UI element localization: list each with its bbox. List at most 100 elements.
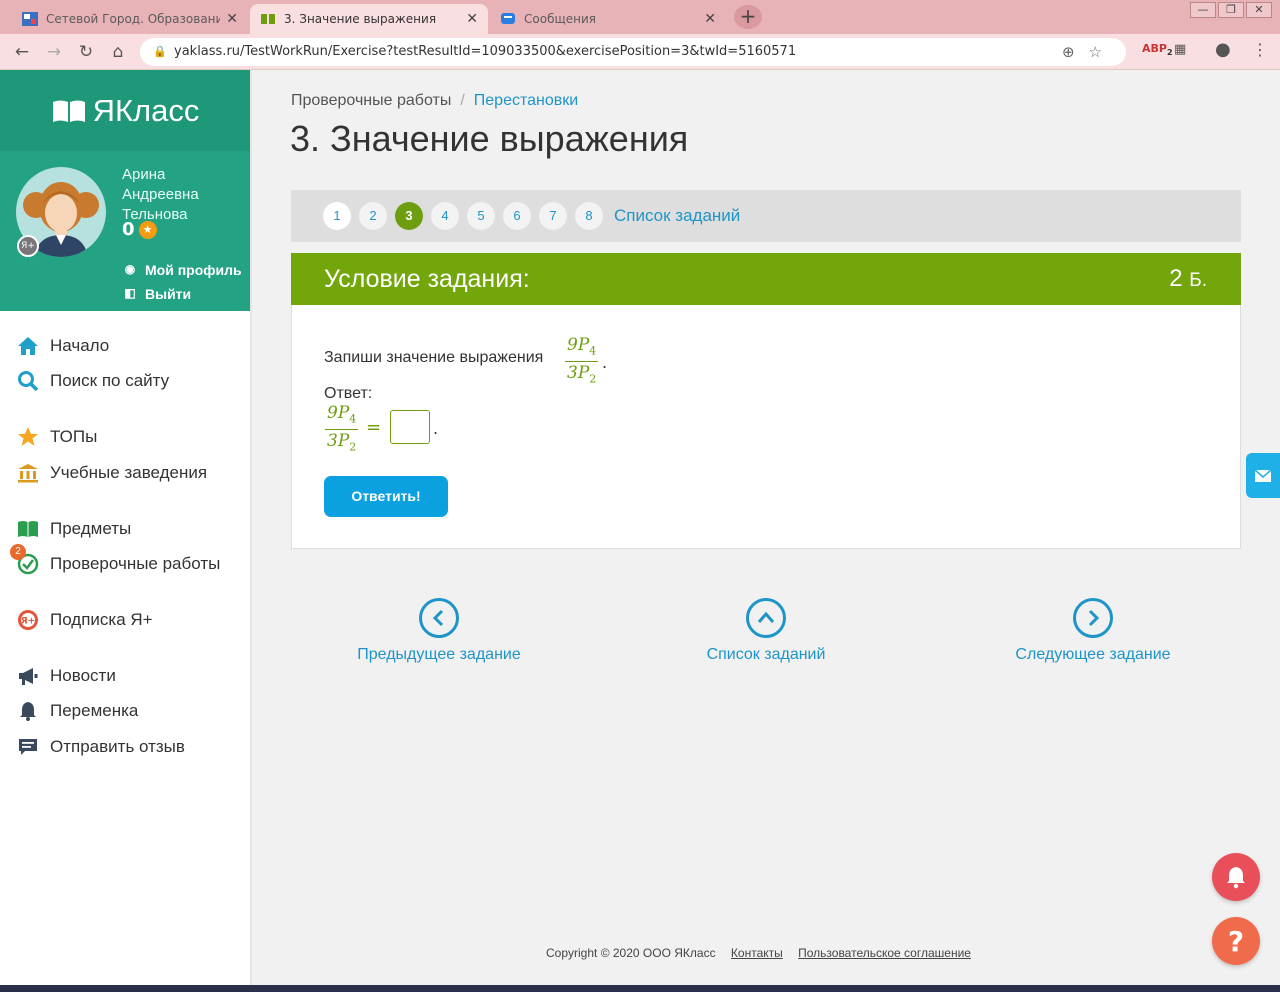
score-unit: Б. [1189, 270, 1207, 291]
ext-badge: 2 [1166, 48, 1173, 58]
page-4-button[interactable]: 4 [431, 202, 459, 230]
sidebar-item-break[interactable]: Переменка [16, 698, 138, 724]
submit-answer-button[interactable]: Ответить! [324, 476, 448, 517]
home-browser-icon[interactable]: ⌂ [106, 40, 130, 64]
task-body: Запиши значение выражения 9P4 3P2 . Отве… [291, 305, 1241, 549]
numerator-base: 9P [567, 335, 590, 355]
sidebar-item-label: Предметы [50, 519, 132, 538]
chevron-up-icon [746, 598, 786, 638]
sidebar-item-label: Проверочные работы [50, 554, 221, 573]
next-task-link[interactable]: Следующее задание [1011, 598, 1175, 664]
minimize-button[interactable]: — [1190, 2, 1216, 18]
restore-button[interactable]: ❐ [1218, 2, 1244, 18]
reload-icon[interactable]: ↻ [74, 40, 98, 64]
new-tab-button[interactable]: + [734, 5, 762, 29]
omni-actions: ⊕☆ [1062, 38, 1116, 66]
denominator-base: 3P [327, 431, 350, 452]
subscription-icon: Я+ [16, 608, 40, 632]
sidebar-item-institutions[interactable]: Учебные заведения [16, 460, 207, 486]
page-3-button[interactable]: 3 [395, 202, 423, 230]
notifications-button[interactable] [1212, 853, 1260, 901]
profile-link-label: Мой профиль [145, 262, 242, 278]
sidebar-item-tops[interactable]: ТОПы [16, 424, 97, 450]
contacts-link[interactable]: Контакты [731, 946, 783, 960]
denominator-base: 3P [567, 363, 590, 384]
menu-dots-icon[interactable]: ⋮ [1252, 40, 1268, 59]
answer-label: Ответ: [324, 385, 373, 402]
extension-grid-icon[interactable]: ▦ [1174, 42, 1186, 57]
sidebar-item-subscription[interactable]: Я+ Подписка Я+ [16, 607, 153, 633]
feedback-mail-tab[interactable] [1246, 453, 1280, 498]
breadcrumb-root[interactable]: Проверочные работы [291, 92, 451, 109]
institution-icon [16, 461, 40, 485]
url-field[interactable]: 🔒 yaklass.ru/TestWorkRun/Exercise?testRe… [140, 38, 1126, 66]
task-pager: 1 2 3 4 5 6 7 8 Список заданий [291, 190, 1241, 242]
install-icon[interactable]: ⊕ [1062, 43, 1089, 61]
previous-task-label: Предыдущее задание [357, 646, 521, 663]
sidebar-item-home[interactable]: Начало [16, 333, 109, 359]
sidebar-item-subjects[interactable]: Предметы [16, 516, 131, 542]
lock-icon: 🔒 [153, 45, 167, 58]
book-logo-icon [52, 100, 85, 122]
period: . [602, 353, 608, 372]
page-7-button[interactable]: 7 [539, 202, 567, 230]
page-6-button[interactable]: 6 [503, 202, 531, 230]
my-profile-link[interactable]: ◉ Мой профиль [122, 262, 242, 278]
check-icon: 2 [10, 544, 40, 576]
bookmark-star-icon[interactable]: ☆ [1089, 43, 1116, 61]
sidebar-item-news[interactable]: Новости [16, 663, 116, 689]
breadcrumb: Проверочные работы / Перестановки [291, 92, 578, 110]
task-list-bottom-link[interactable]: Список заданий [700, 598, 832, 664]
help-button[interactable]: ? [1212, 917, 1260, 965]
sidebar-item-label: Подписка Я+ [50, 610, 153, 629]
svg-text:Я+: Я+ [21, 617, 35, 627]
page-8-button[interactable]: 8 [575, 202, 603, 230]
page-2-button[interactable]: 2 [359, 202, 387, 230]
agreement-link[interactable]: Пользовательское соглашение [798, 946, 971, 960]
yaklass-favicon-icon [261, 14, 275, 24]
task-list-label: Список заданий [706, 646, 826, 663]
logout-link[interactable]: ◧ Выйти [122, 286, 191, 302]
fraction-numerator: 9P4 [325, 403, 359, 431]
page-5-button[interactable]: 5 [467, 202, 495, 230]
browser-tab-netcity[interactable]: Сетевой Город. Образование. У ✕ [12, 4, 248, 34]
breadcrumb-current[interactable]: Перестановки [474, 92, 578, 109]
page-1-button[interactable]: 1 [323, 202, 351, 230]
account-icon[interactable]: ● [1215, 39, 1231, 60]
question-text: Запиши значение выражения [324, 349, 544, 366]
previous-task-link[interactable]: Предыдущее задание [354, 598, 524, 664]
site-logo[interactable]: ЯКласс [0, 70, 250, 151]
answer-input[interactable] [390, 410, 430, 444]
sidebar-item-tests[interactable]: 2 Проверочные работы [10, 544, 221, 577]
tab-close-icon[interactable]: ✕ [704, 11, 716, 27]
close-window-button[interactable]: ✕ [1246, 2, 1272, 18]
browser-tab-messages[interactable]: Сообщения ✕ [490, 4, 726, 34]
adblock-extension-icon[interactable]: ABP2 [1142, 42, 1173, 57]
answer-fraction: 9P4 3P2 [325, 403, 359, 459]
tab-close-icon[interactable]: ✕ [466, 11, 478, 27]
browser-tab-exercise[interactable]: 3. Значение выражения ✕ [250, 4, 488, 34]
tab-close-icon[interactable]: ✕ [226, 11, 238, 27]
sidebar-item-label: ТОПы [50, 427, 98, 446]
sidebar-item-label: Учебные заведения [50, 463, 208, 482]
forward-icon[interactable]: → [42, 40, 66, 64]
profile-panel: Я+ Арина Андреевна Тельнова 0 ★ ◉ Мой пр… [0, 151, 250, 311]
sidebar-item-search[interactable]: Поиск по сайту [16, 368, 169, 394]
equals-sign: = [366, 417, 382, 438]
task-list-link[interactable]: Список заданий [614, 206, 740, 226]
back-icon[interactable]: ← [10, 40, 34, 64]
sidebar-item-label: Начало [50, 336, 110, 355]
numerator-subscript: 4 [349, 412, 357, 426]
os-taskbar [0, 985, 1280, 992]
tab-title: Сетевой Город. Образование. У [46, 12, 221, 26]
user-points: 0 ★ [122, 219, 157, 240]
user-name[interactable]: Арина Андреевна Тельнова [122, 165, 246, 225]
bell-icon [16, 699, 40, 723]
netcity-favicon-icon [22, 12, 38, 26]
sidebar-item-feedback[interactable]: Отправить отзыв [16, 734, 185, 760]
sidebar-item-label: Переменка [50, 701, 139, 720]
points-value: 0 [122, 219, 135, 240]
chevron-left-icon [419, 598, 459, 638]
sidebar-item-label: Поиск по сайту [50, 371, 170, 390]
logout-link-label: Выйти [145, 286, 192, 302]
